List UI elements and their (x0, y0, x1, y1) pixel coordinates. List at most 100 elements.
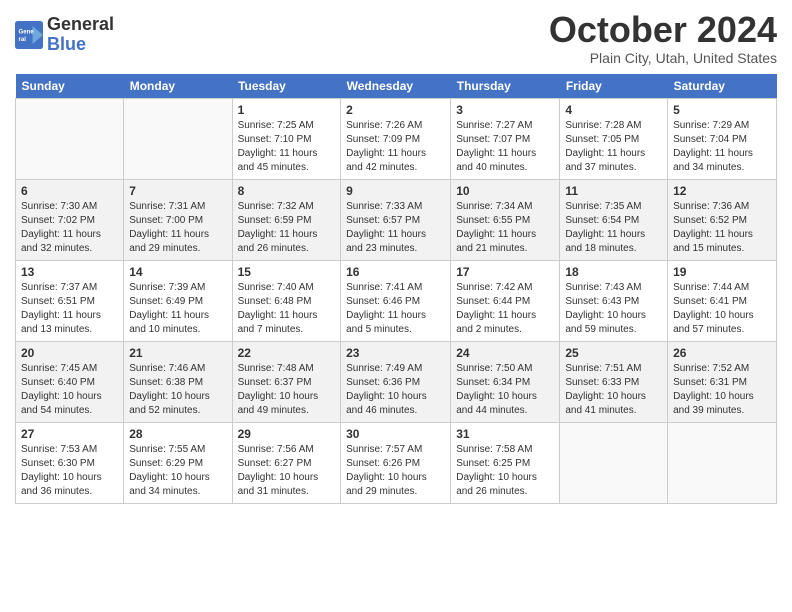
day-header-wednesday: Wednesday (341, 74, 451, 99)
day-info: Sunrise: 7:35 AM Sunset: 6:54 PM Dayligh… (565, 200, 662, 256)
day-info: Sunrise: 7:40 AM Sunset: 6:48 PM Dayligh… (238, 281, 336, 337)
day-number: 14 (129, 265, 226, 279)
day-number: 10 (456, 184, 554, 198)
day-info: Sunrise: 7:58 AM Sunset: 6:25 PM Dayligh… (456, 443, 554, 499)
day-info: Sunrise: 7:39 AM Sunset: 6:49 PM Dayligh… (129, 281, 226, 337)
calendar-cell: 3Sunrise: 7:27 AM Sunset: 7:07 PM Daylig… (451, 98, 560, 179)
day-number: 7 (129, 184, 226, 198)
calendar-cell: 20 Sunrise: 7:45 AM Sunset: 6:40 PM Dayli… (16, 341, 124, 422)
day-info: Sunrise: 7:42 AM Sunset: 6:44 PM Dayligh… (456, 281, 554, 337)
calendar-cell: 29 Sunrise: 7:56 AM Sunset: 6:27 PM Dayli… (232, 422, 341, 503)
week-row-1: 1 Sunrise: 7:25 AM Sunset: 7:10 PM Daylig… (16, 98, 777, 179)
calendar-cell: 19 Sunrise: 7:44 AM Sunset: 6:41 PM Dayli… (668, 260, 777, 341)
day-info: Sunrise: 7:27 AM Sunset: 7:07 PM Dayligh… (456, 119, 554, 175)
header-row: SundayMondayTuesdayWednesdayThursdayFrid… (16, 74, 777, 99)
day-header-saturday: Saturday (668, 74, 777, 99)
day-info: Sunrise: 7:50 AM Sunset: 6:34 PM Dayligh… (456, 362, 554, 418)
calendar-cell: 27Sunrise: 7:53 AM Sunset: 6:30 PM Dayli… (16, 422, 124, 503)
calendar-cell: 15 Sunrise: 7:40 AM Sunset: 6:48 PM Dayli… (232, 260, 341, 341)
week-row-5: 27Sunrise: 7:53 AM Sunset: 6:30 PM Dayli… (16, 422, 777, 503)
day-number: 4 (565, 103, 662, 117)
day-number: 8 (238, 184, 336, 198)
calendar-cell: 23Sunrise: 7:49 AM Sunset: 6:36 PM Dayli… (341, 341, 451, 422)
day-info: Sunrise: 7:32 AM Sunset: 6:59 PM Dayligh… (238, 200, 336, 256)
day-header-monday: Monday (124, 74, 232, 99)
day-info: Sunrise: 7:45 AM Sunset: 6:40 PM Dayligh… (21, 362, 118, 418)
page-container: Gene ral General Blue October 2024 Plain… (0, 0, 792, 514)
calendar-cell (124, 98, 232, 179)
day-info: Sunrise: 7:31 AM Sunset: 7:00 PM Dayligh… (129, 200, 226, 256)
day-info: Sunrise: 7:26 AM Sunset: 7:09 PM Dayligh… (346, 119, 445, 175)
day-number: 21 (129, 346, 226, 360)
day-number: 28 (129, 427, 226, 441)
logo: Gene ral General Blue (15, 15, 114, 55)
day-info: Sunrise: 7:48 AM Sunset: 6:37 PM Dayligh… (238, 362, 336, 418)
day-number: 9 (346, 184, 445, 198)
calendar-cell: 16 Sunrise: 7:41 AM Sunset: 6:46 PM Dayli… (341, 260, 451, 341)
calendar-table: SundayMondayTuesdayWednesdayThursdayFrid… (15, 74, 777, 504)
day-number: 25 (565, 346, 662, 360)
calendar-cell: 11Sunrise: 7:35 AM Sunset: 6:54 PM Dayli… (560, 179, 668, 260)
logo-line2: Blue (47, 35, 114, 55)
day-number: 1 (238, 103, 336, 117)
day-number: 30 (346, 427, 445, 441)
svg-text:ral: ral (19, 36, 27, 43)
title-section: October 2024 Plain City, Utah, United St… (549, 10, 777, 66)
calendar-cell: 8 Sunrise: 7:32 AM Sunset: 6:59 PM Daylig… (232, 179, 341, 260)
day-info: Sunrise: 7:44 AM Sunset: 6:41 PM Dayligh… (673, 281, 771, 337)
day-number: 17 (456, 265, 554, 279)
day-number: 19 (673, 265, 771, 279)
calendar-cell (560, 422, 668, 503)
day-number: 15 (238, 265, 336, 279)
day-info: Sunrise: 7:37 AM Sunset: 6:51 PM Dayligh… (21, 281, 118, 337)
month-title: October 2024 (549, 10, 777, 50)
calendar-cell: 26 Sunrise: 7:52 AM Sunset: 6:31 PM Dayli… (668, 341, 777, 422)
day-info: Sunrise: 7:52 AM Sunset: 6:31 PM Dayligh… (673, 362, 771, 418)
calendar-cell: 2 Sunrise: 7:26 AM Sunset: 7:09 PM Daylig… (341, 98, 451, 179)
day-number: 2 (346, 103, 445, 117)
day-number: 5 (673, 103, 771, 117)
day-number: 16 (346, 265, 445, 279)
day-info: Sunrise: 7:36 AM Sunset: 6:52 PM Dayligh… (673, 200, 771, 256)
day-number: 20 (21, 346, 118, 360)
day-header-friday: Friday (560, 74, 668, 99)
day-number: 12 (673, 184, 771, 198)
day-number: 29 (238, 427, 336, 441)
day-info: Sunrise: 7:25 AM Sunset: 7:10 PM Dayligh… (238, 119, 336, 175)
calendar-cell: 6 Sunrise: 7:30 AM Sunset: 7:02 PM Daylig… (16, 179, 124, 260)
calendar-cell: 1 Sunrise: 7:25 AM Sunset: 7:10 PM Daylig… (232, 98, 341, 179)
day-number: 13 (21, 265, 118, 279)
day-info: Sunrise: 7:29 AM Sunset: 7:04 PM Dayligh… (673, 119, 771, 175)
calendar-cell (16, 98, 124, 179)
calendar-cell: 21 Sunrise: 7:46 AM Sunset: 6:38 PM Dayli… (124, 341, 232, 422)
week-row-4: 20 Sunrise: 7:45 AM Sunset: 6:40 PM Dayli… (16, 341, 777, 422)
location: Plain City, Utah, United States (549, 50, 777, 66)
day-info: Sunrise: 7:41 AM Sunset: 6:46 PM Dayligh… (346, 281, 445, 337)
calendar-cell: 10 Sunrise: 7:34 AM Sunset: 6:55 PM Dayli… (451, 179, 560, 260)
week-row-2: 6 Sunrise: 7:30 AM Sunset: 7:02 PM Daylig… (16, 179, 777, 260)
calendar-cell: 13 Sunrise: 7:37 AM Sunset: 6:51 PM Dayli… (16, 260, 124, 341)
day-number: 18 (565, 265, 662, 279)
calendar-cell: 25Sunrise: 7:51 AM Sunset: 6:33 PM Dayli… (560, 341, 668, 422)
day-number: 23 (346, 346, 445, 360)
day-number: 27 (21, 427, 118, 441)
day-info: Sunrise: 7:55 AM Sunset: 6:29 PM Dayligh… (129, 443, 226, 499)
day-number: 6 (21, 184, 118, 198)
day-info: Sunrise: 7:43 AM Sunset: 6:43 PM Dayligh… (565, 281, 662, 337)
calendar-cell: 28 Sunrise: 7:55 AM Sunset: 6:29 PM Dayli… (124, 422, 232, 503)
calendar-cell: 5 Sunrise: 7:29 AM Sunset: 7:04 PM Daylig… (668, 98, 777, 179)
day-number: 26 (673, 346, 771, 360)
day-info: Sunrise: 7:46 AM Sunset: 6:38 PM Dayligh… (129, 362, 226, 418)
calendar-cell: 18 Sunrise: 7:43 AM Sunset: 6:43 PM Dayli… (560, 260, 668, 341)
day-header-sunday: Sunday (16, 74, 124, 99)
day-number: 24 (456, 346, 554, 360)
day-header-thursday: Thursday (451, 74, 560, 99)
calendar-cell: 4 Sunrise: 7:28 AM Sunset: 7:05 PM Daylig… (560, 98, 668, 179)
week-row-3: 13 Sunrise: 7:37 AM Sunset: 6:51 PM Dayli… (16, 260, 777, 341)
calendar-cell: 12 Sunrise: 7:36 AM Sunset: 6:52 PM Dayli… (668, 179, 777, 260)
day-info: Sunrise: 7:34 AM Sunset: 6:55 PM Dayligh… (456, 200, 554, 256)
day-info: Sunrise: 7:56 AM Sunset: 6:27 PM Dayligh… (238, 443, 336, 499)
day-info: Sunrise: 7:30 AM Sunset: 7:02 PM Dayligh… (21, 200, 118, 256)
day-info: Sunrise: 7:28 AM Sunset: 7:05 PM Dayligh… (565, 119, 662, 175)
calendar-cell: 30Sunrise: 7:57 AM Sunset: 6:26 PM Dayli… (341, 422, 451, 503)
